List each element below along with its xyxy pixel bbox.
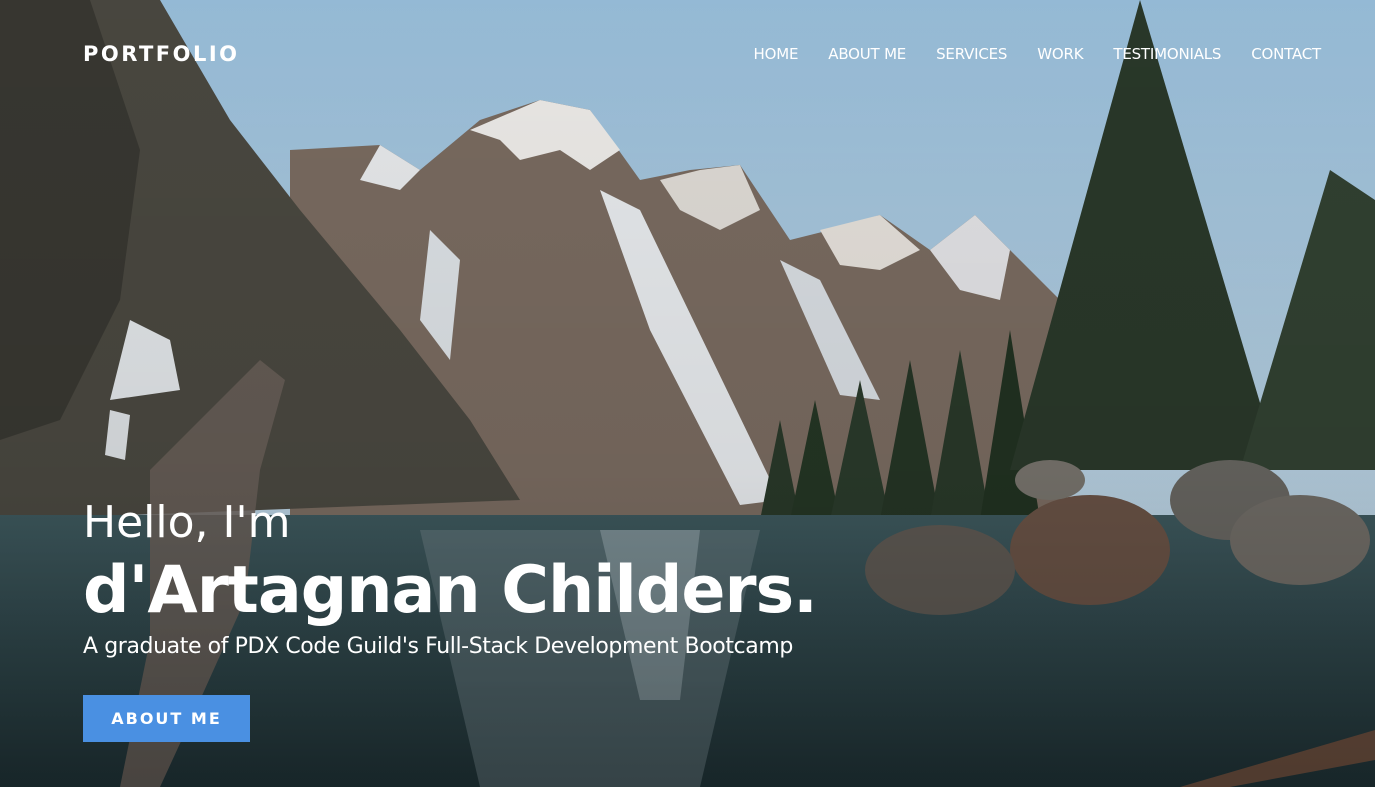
site-brand-logo[interactable]: PORTFOLIO	[83, 42, 240, 66]
nav-item-about-me[interactable]: ABOUT ME	[828, 45, 906, 63]
hero-background-image	[0, 0, 1375, 787]
nav-item-contact[interactable]: CONTACT	[1251, 45, 1321, 63]
nav-item-work[interactable]: WORK	[1037, 45, 1083, 63]
hero-tagline: A graduate of PDX Code Guild's Full-Stac…	[83, 634, 793, 659]
about-me-button[interactable]: ABOUT ME	[83, 695, 250, 742]
hero-name: d'Artagnan Childers.	[83, 553, 818, 628]
main-nav: HOME ABOUT ME SERVICES WORK TESTIMONIALS…	[754, 45, 1322, 63]
hero-greeting: Hello, I'm	[83, 497, 291, 548]
nav-item-testimonials[interactable]: TESTIMONIALS	[1113, 45, 1221, 63]
hero-intro: Hello, I'm d'Artagnan Childers. A gradua…	[83, 497, 818, 662]
nav-item-home[interactable]: HOME	[754, 45, 799, 63]
hero-overlay	[0, 0, 1375, 787]
nav-item-services[interactable]: SERVICES	[936, 45, 1007, 63]
